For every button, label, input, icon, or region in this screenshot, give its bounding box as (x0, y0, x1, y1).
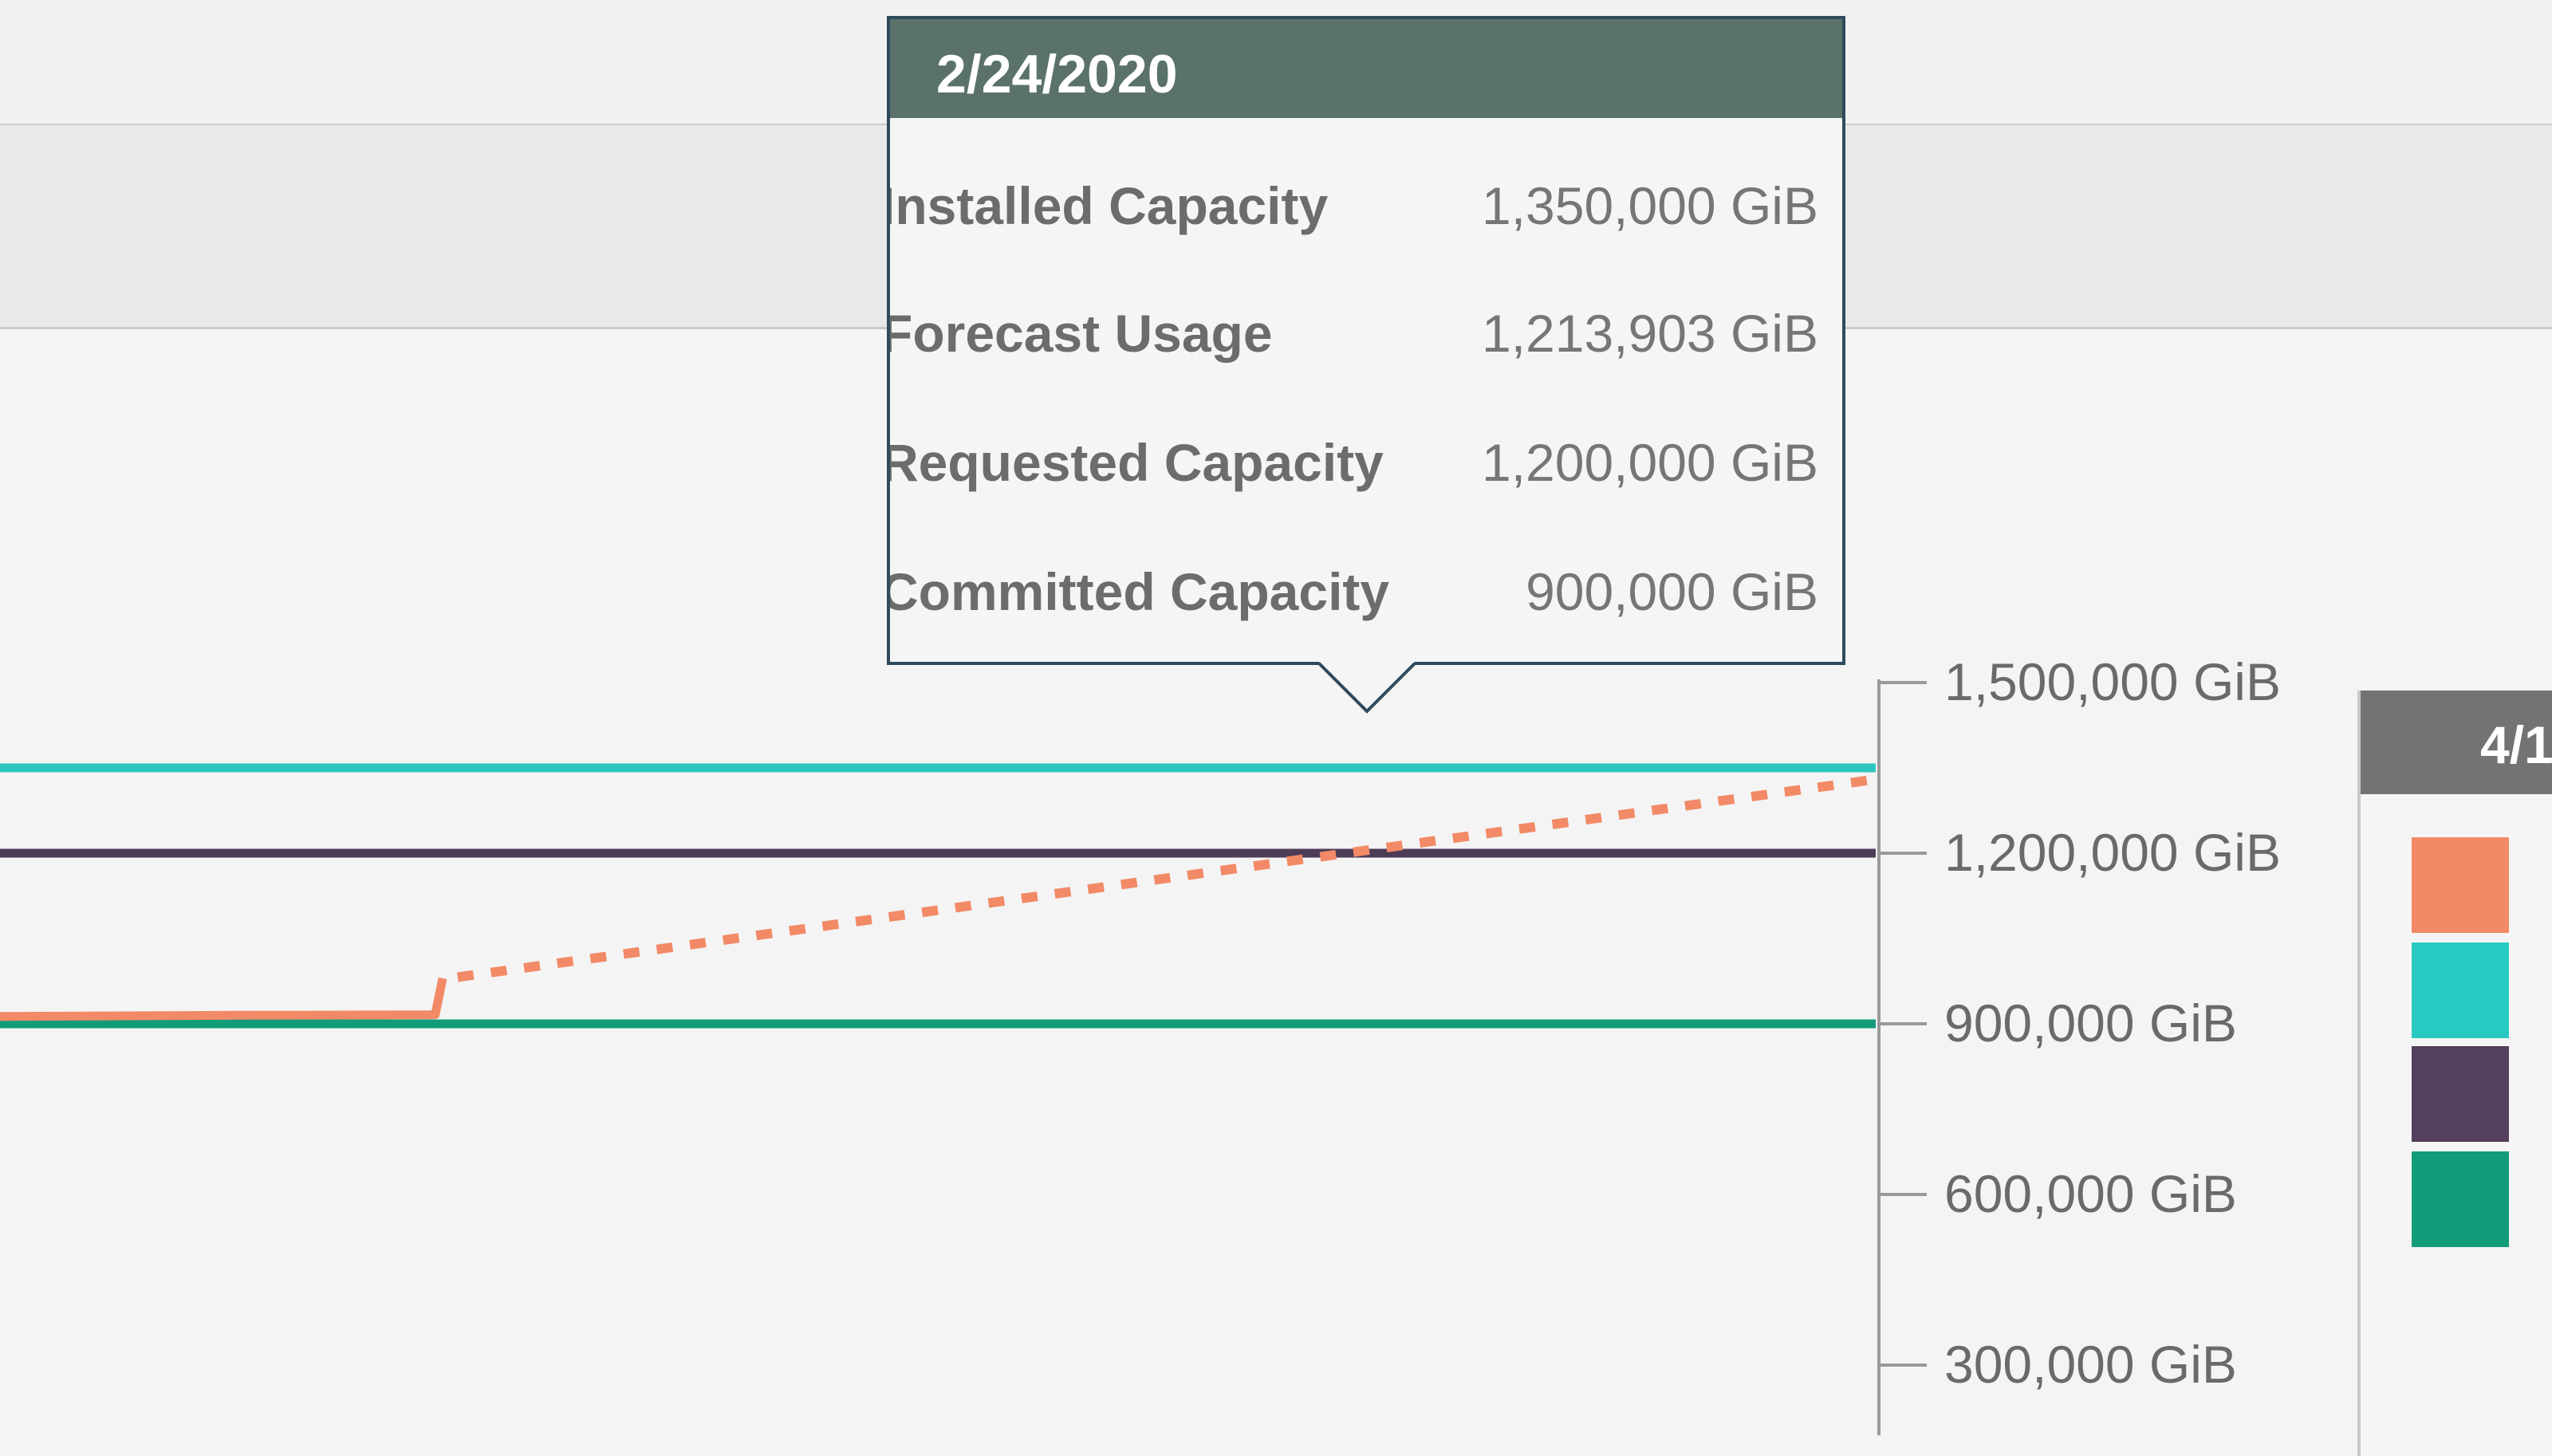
tooltip-row-requested: Requested Capacity 1,200,000 GiB (887, 432, 1837, 504)
tooltip-header: 2/24/2020 (890, 19, 1842, 118)
y-tick-label: 900,000 GiB (1944, 994, 2237, 1053)
legend-swatch-requested (2412, 1046, 2509, 1142)
y-tick-label: 600,000 GiB (1944, 1164, 2237, 1223)
tooltip-row-value: 1,200,000 GiB (1482, 433, 1818, 492)
tooltip-row-installed: Installed Capacity 1,350,000 GiB (887, 175, 1837, 247)
tooltip-row-label: Committed Capacity (887, 562, 1390, 621)
tooltip-row-label: Installed Capacity (887, 176, 1329, 235)
tooltip-row-forecast: Forecast Usage 1,213,903 GiB (887, 303, 1837, 375)
y-tick-label: 300,000 GiB (1944, 1335, 2237, 1394)
tooltip-date: 4/1 (2480, 715, 2552, 774)
y-tick-label: 1,500,000 GiB (1944, 652, 2281, 711)
tooltip-pointer (1317, 660, 1416, 714)
chart-area: 300,000 GiB 600,000 GiB 900,000 GiB 1,200,0… (0, 0, 2552, 1456)
legend-swatch-installed (2412, 942, 2509, 1038)
legend-swatch-committed (2412, 1151, 2509, 1247)
series-line-forecast-projection (457, 774, 1877, 982)
tooltip-row-label: Forecast Usage (887, 304, 1273, 363)
tooltip-date: 2/24/2020 (936, 44, 1178, 104)
data-tooltip: 2/24/2020 Installed Capacity 1,350,000 G… (887, 16, 1845, 665)
tooltip-header: 4/1 (2361, 691, 2552, 794)
y-axis: 300,000 GiB 600,000 GiB 900,000 GiB 1,200,0… (1877, 652, 2281, 1435)
y-tick-label: 1,200,000 GiB (1944, 823, 2281, 882)
tooltip-row-value: 900,000 GiB (1526, 562, 1818, 621)
series-layer (0, 763, 1877, 1029)
series-line-3 (0, 977, 447, 1021)
tooltip-row-value: 1,213,903 GiB (1482, 304, 1818, 363)
tooltip-row-value: 1,350,000 GiB (1482, 176, 1818, 235)
data-tooltip-secondary: 4/1 (2357, 691, 2552, 1456)
legend-swatch-forecast (2412, 837, 2509, 933)
tooltip-row-committed: Committed Capacity 900,000 GiB (887, 561, 1837, 633)
tooltip-row-label: Requested Capacity (887, 433, 1384, 492)
